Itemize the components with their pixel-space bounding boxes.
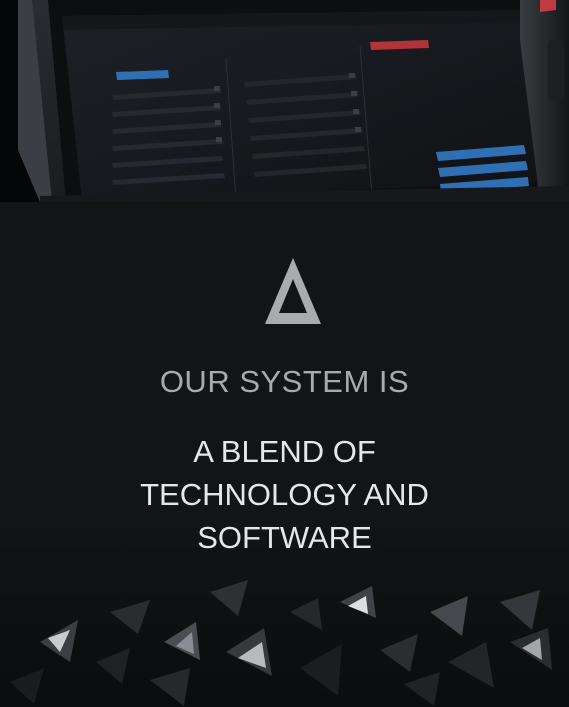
headline-line-2: TECHNOLOGY AND	[140, 477, 429, 512]
decorative-shards-graphic	[10, 580, 552, 706]
headline-line-3: SOFTWARE	[197, 520, 372, 555]
hero-console-photo	[0, 0, 569, 202]
triangle-logo-icon	[265, 258, 321, 324]
eyebrow-text: OUR SYSTEM IS	[159, 364, 410, 399]
intro-section: OUR SYSTEM IS A BLEND OF TECHNOLOGY AND …	[0, 202, 569, 707]
headline-line-1: A BLEND OF	[193, 434, 376, 469]
headline: A BLEND OF TECHNOLOGY AND SOFTWARE	[0, 430, 569, 559]
